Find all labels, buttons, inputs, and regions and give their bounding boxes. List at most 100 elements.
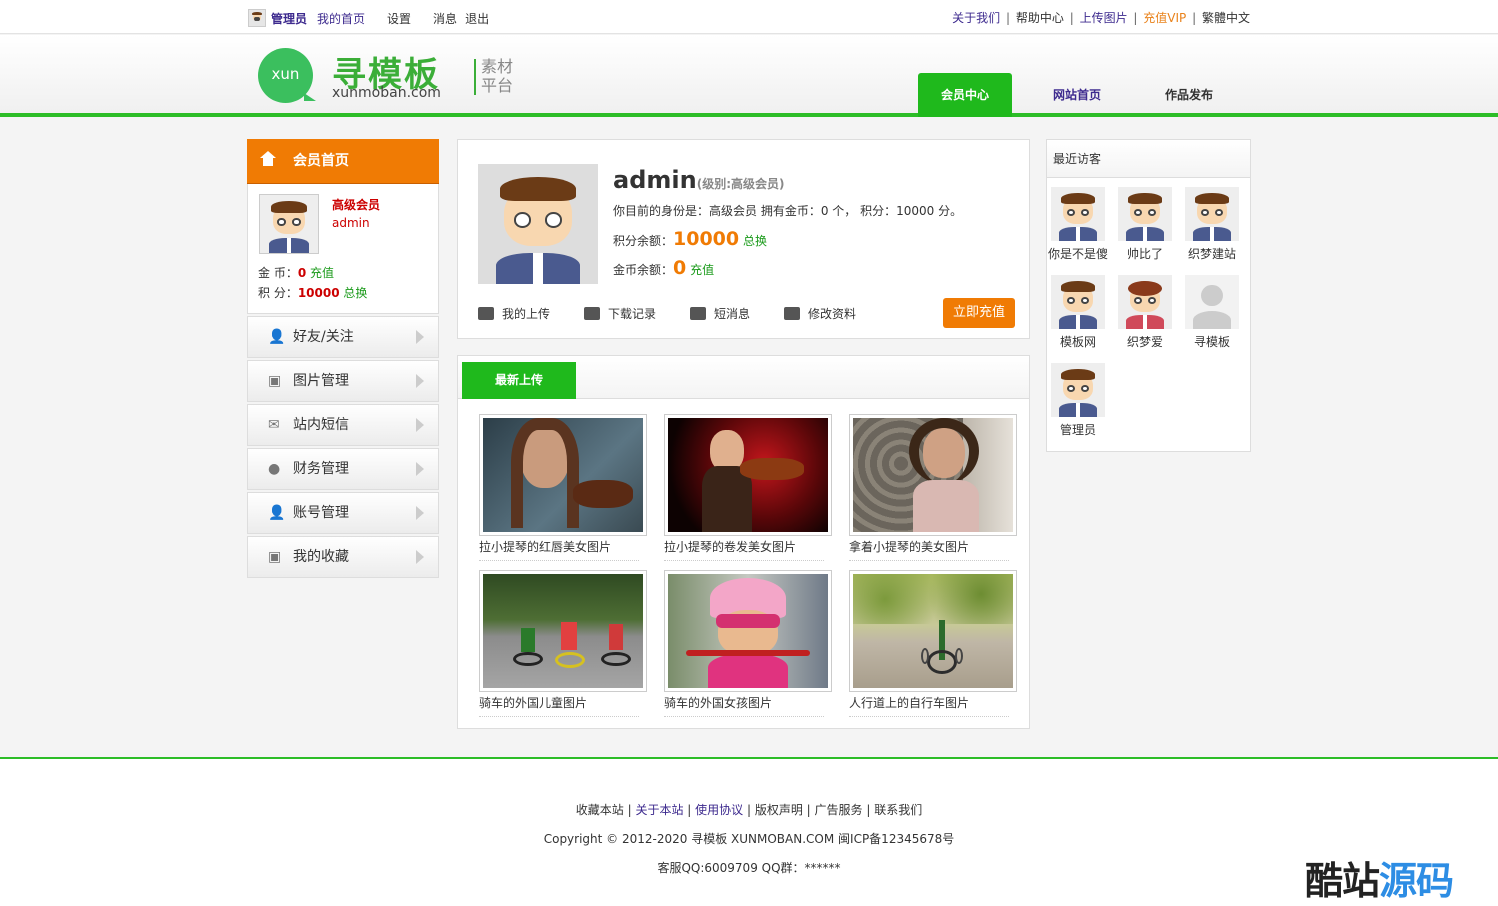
avatar[interactable]	[1118, 187, 1172, 241]
item-caption[interactable]: 骑车的外国女孩图片	[664, 694, 824, 717]
upload-image-link[interactable]: 上传图片	[1080, 11, 1128, 25]
download-history-link[interactable]: 下载记录	[584, 305, 656, 322]
my-home-link[interactable]: 我的首页	[317, 10, 365, 27]
visitor-item[interactable]: 织梦爱	[1115, 275, 1175, 350]
avatar[interactable]	[1185, 187, 1239, 241]
footer-link-copyright[interactable]: 版权声明	[755, 803, 803, 817]
settings-link[interactable]: 设置	[387, 10, 411, 27]
thumbnail-image[interactable]	[853, 574, 1013, 688]
item-caption[interactable]: 拉小提琴的卷发美女图片	[664, 538, 824, 561]
separator: |	[1133, 11, 1138, 25]
mail-icon	[690, 307, 707, 320]
coin-recharge-link[interactable]: 充值	[310, 266, 334, 280]
logout-link[interactable]: 退出	[465, 10, 489, 27]
latest-uploads-panel: 最新上传 拉小提琴的红唇美女图片 拉小提琴的卷发美女图片 拿着小提琴的美女图片 …	[457, 355, 1030, 729]
list-item[interactable]: 骑车的外国儿童图片	[479, 570, 647, 717]
thumbnail-image[interactable]	[483, 418, 643, 532]
avatar[interactable]	[1051, 275, 1105, 329]
points-exchange-link[interactable]: 总换	[343, 286, 367, 300]
messages-link[interactable]: 消息	[433, 10, 457, 27]
tab-publish-work[interactable]: 作品发布	[1142, 73, 1236, 117]
item-caption[interactable]: 骑车的外国儿童图片	[479, 694, 639, 717]
visitor-item[interactable]: 帅比了	[1115, 187, 1175, 262]
visitor-item[interactable]: 织梦建站	[1182, 187, 1242, 262]
image-icon	[478, 307, 494, 320]
visitor-item[interactable]: 寻模板	[1182, 275, 1242, 350]
tab-latest-uploads[interactable]: 最新上传	[462, 362, 576, 399]
my-uploads-link[interactable]: 我的上传	[478, 305, 550, 322]
sidebar-item-label: 账号管理	[293, 505, 349, 521]
edit-profile-link[interactable]: 修改资料	[784, 305, 856, 322]
tab-site-home[interactable]: 网站首页	[1030, 73, 1124, 117]
profile-avatar[interactable]	[478, 164, 598, 284]
sidebar-item-favorites[interactable]: ▣ 我的收藏	[247, 536, 439, 578]
visitor-name[interactable]: 织梦建站	[1182, 245, 1242, 262]
sidebar-head-label: 会员首页	[293, 153, 349, 169]
thumbnail-image[interactable]	[483, 574, 643, 688]
profile-level: (级别:高级会员)	[696, 177, 785, 191]
sidebar-item-account[interactable]: 👤 账号管理	[247, 492, 439, 534]
sidebar-item-messages[interactable]: ✉ 站内短信	[247, 404, 439, 446]
top-bar: 管理员 我的首页 设置 消息 退出 关于我们 | 帮助中心 | 上传图片 | 充…	[0, 0, 1498, 34]
points-exchange-link[interactable]: 总换	[743, 234, 767, 248]
list-item[interactable]: 拿着小提琴的美女图片	[849, 414, 1017, 561]
avatar[interactable]	[1118, 275, 1172, 329]
sidebar: 会员首页 高级会员 admin 金 币：0 充值 积 分：10000 总换 👤 好…	[247, 139, 439, 578]
visitor-item[interactable]: 管理员	[1048, 363, 1108, 438]
visitor-item[interactable]: 模板网	[1048, 275, 1108, 350]
footer-link-about[interactable]: 关于本站	[635, 803, 683, 817]
sidebar-head[interactable]: 会员首页	[247, 139, 439, 184]
visitor-name[interactable]: 帅比了	[1115, 245, 1175, 262]
thumbnail-image[interactable]	[668, 574, 828, 688]
list-item[interactable]: 拉小提琴的卷发美女图片	[664, 414, 832, 561]
sidebar-item-images[interactable]: ▣ 图片管理	[247, 360, 439, 402]
chevron-right-icon	[416, 374, 424, 388]
footer-link-contact[interactable]: 联系我们	[874, 803, 922, 817]
coin-label: 金 币：	[258, 266, 298, 280]
logo-icon[interactable]: xun	[258, 48, 316, 103]
visitor-name[interactable]: 寻模板	[1182, 333, 1242, 350]
watermark-part1: 酷站	[1305, 859, 1380, 903]
short-message-link[interactable]: 短消息	[690, 305, 750, 322]
visitor-name[interactable]: 你是不是傻	[1048, 245, 1108, 262]
recharge-button[interactable]: 立即充值	[943, 298, 1015, 328]
help-center-link[interactable]: 帮助中心	[1016, 11, 1064, 25]
traditional-chinese-link[interactable]: 繁體中文	[1202, 11, 1250, 25]
footer-link-ads[interactable]: 广告服务	[815, 803, 863, 817]
user-add-icon: 👤	[268, 329, 286, 345]
profile-card: admin(级别:高级会员) 你目前的身份是：高级会员 拥有金币：0 个， 积分…	[457, 139, 1030, 339]
coin-recharge-link[interactable]: 充值	[690, 263, 714, 277]
avatar[interactable]	[1051, 187, 1105, 241]
footer-service: 客服QQ:6009709 QQ群：******	[657, 861, 841, 875]
coin-balance-value: 0	[673, 257, 687, 279]
thumbnail-image[interactable]	[668, 418, 828, 532]
visitor-name[interactable]: 模板网	[1048, 333, 1108, 350]
about-us-link[interactable]: 关于我们	[952, 11, 1000, 25]
logo-domain: xunmoban.com	[332, 85, 441, 101]
sidebar-item-finance[interactable]: ● 财务管理	[247, 448, 439, 490]
avatar[interactable]	[1051, 363, 1105, 417]
user-avatar-icon[interactable]	[248, 9, 266, 27]
visitor-name[interactable]: 管理员	[1048, 421, 1108, 438]
logo-subtitle: 素材 平台	[481, 57, 521, 95]
tab-member-center[interactable]: 会员中心	[918, 73, 1012, 117]
sidebar-item-friends[interactable]: 👤 好友/关注	[247, 316, 439, 358]
avatar[interactable]	[259, 194, 319, 254]
item-caption[interactable]: 拉小提琴的红唇美女图片	[479, 538, 639, 561]
list-item[interactable]: 骑车的外国女孩图片	[664, 570, 832, 717]
footer-link-bookmark[interactable]: 收藏本站	[576, 803, 624, 817]
thumbnail-image[interactable]	[853, 418, 1013, 532]
footer-link-terms[interactable]: 使用协议	[695, 803, 743, 817]
username-link[interactable]: 管理员	[271, 10, 307, 27]
list-item[interactable]: 拉小提琴的红唇美女图片	[479, 414, 647, 561]
item-caption[interactable]: 拿着小提琴的美女图片	[849, 538, 1009, 561]
chevron-right-icon	[416, 506, 424, 520]
sidebar-item-label: 好友/关注	[293, 329, 354, 345]
default-avatar-icon[interactable]	[1185, 275, 1239, 329]
recharge-vip-link[interactable]: 充值VIP	[1143, 11, 1186, 25]
points-balance-label: 积分余额：	[613, 234, 674, 248]
list-item[interactable]: 人行道上的自行车图片	[849, 570, 1017, 717]
visitor-item[interactable]: 你是不是傻	[1048, 187, 1108, 262]
visitor-name[interactable]: 织梦爱	[1115, 333, 1175, 350]
item-caption[interactable]: 人行道上的自行车图片	[849, 694, 1009, 717]
